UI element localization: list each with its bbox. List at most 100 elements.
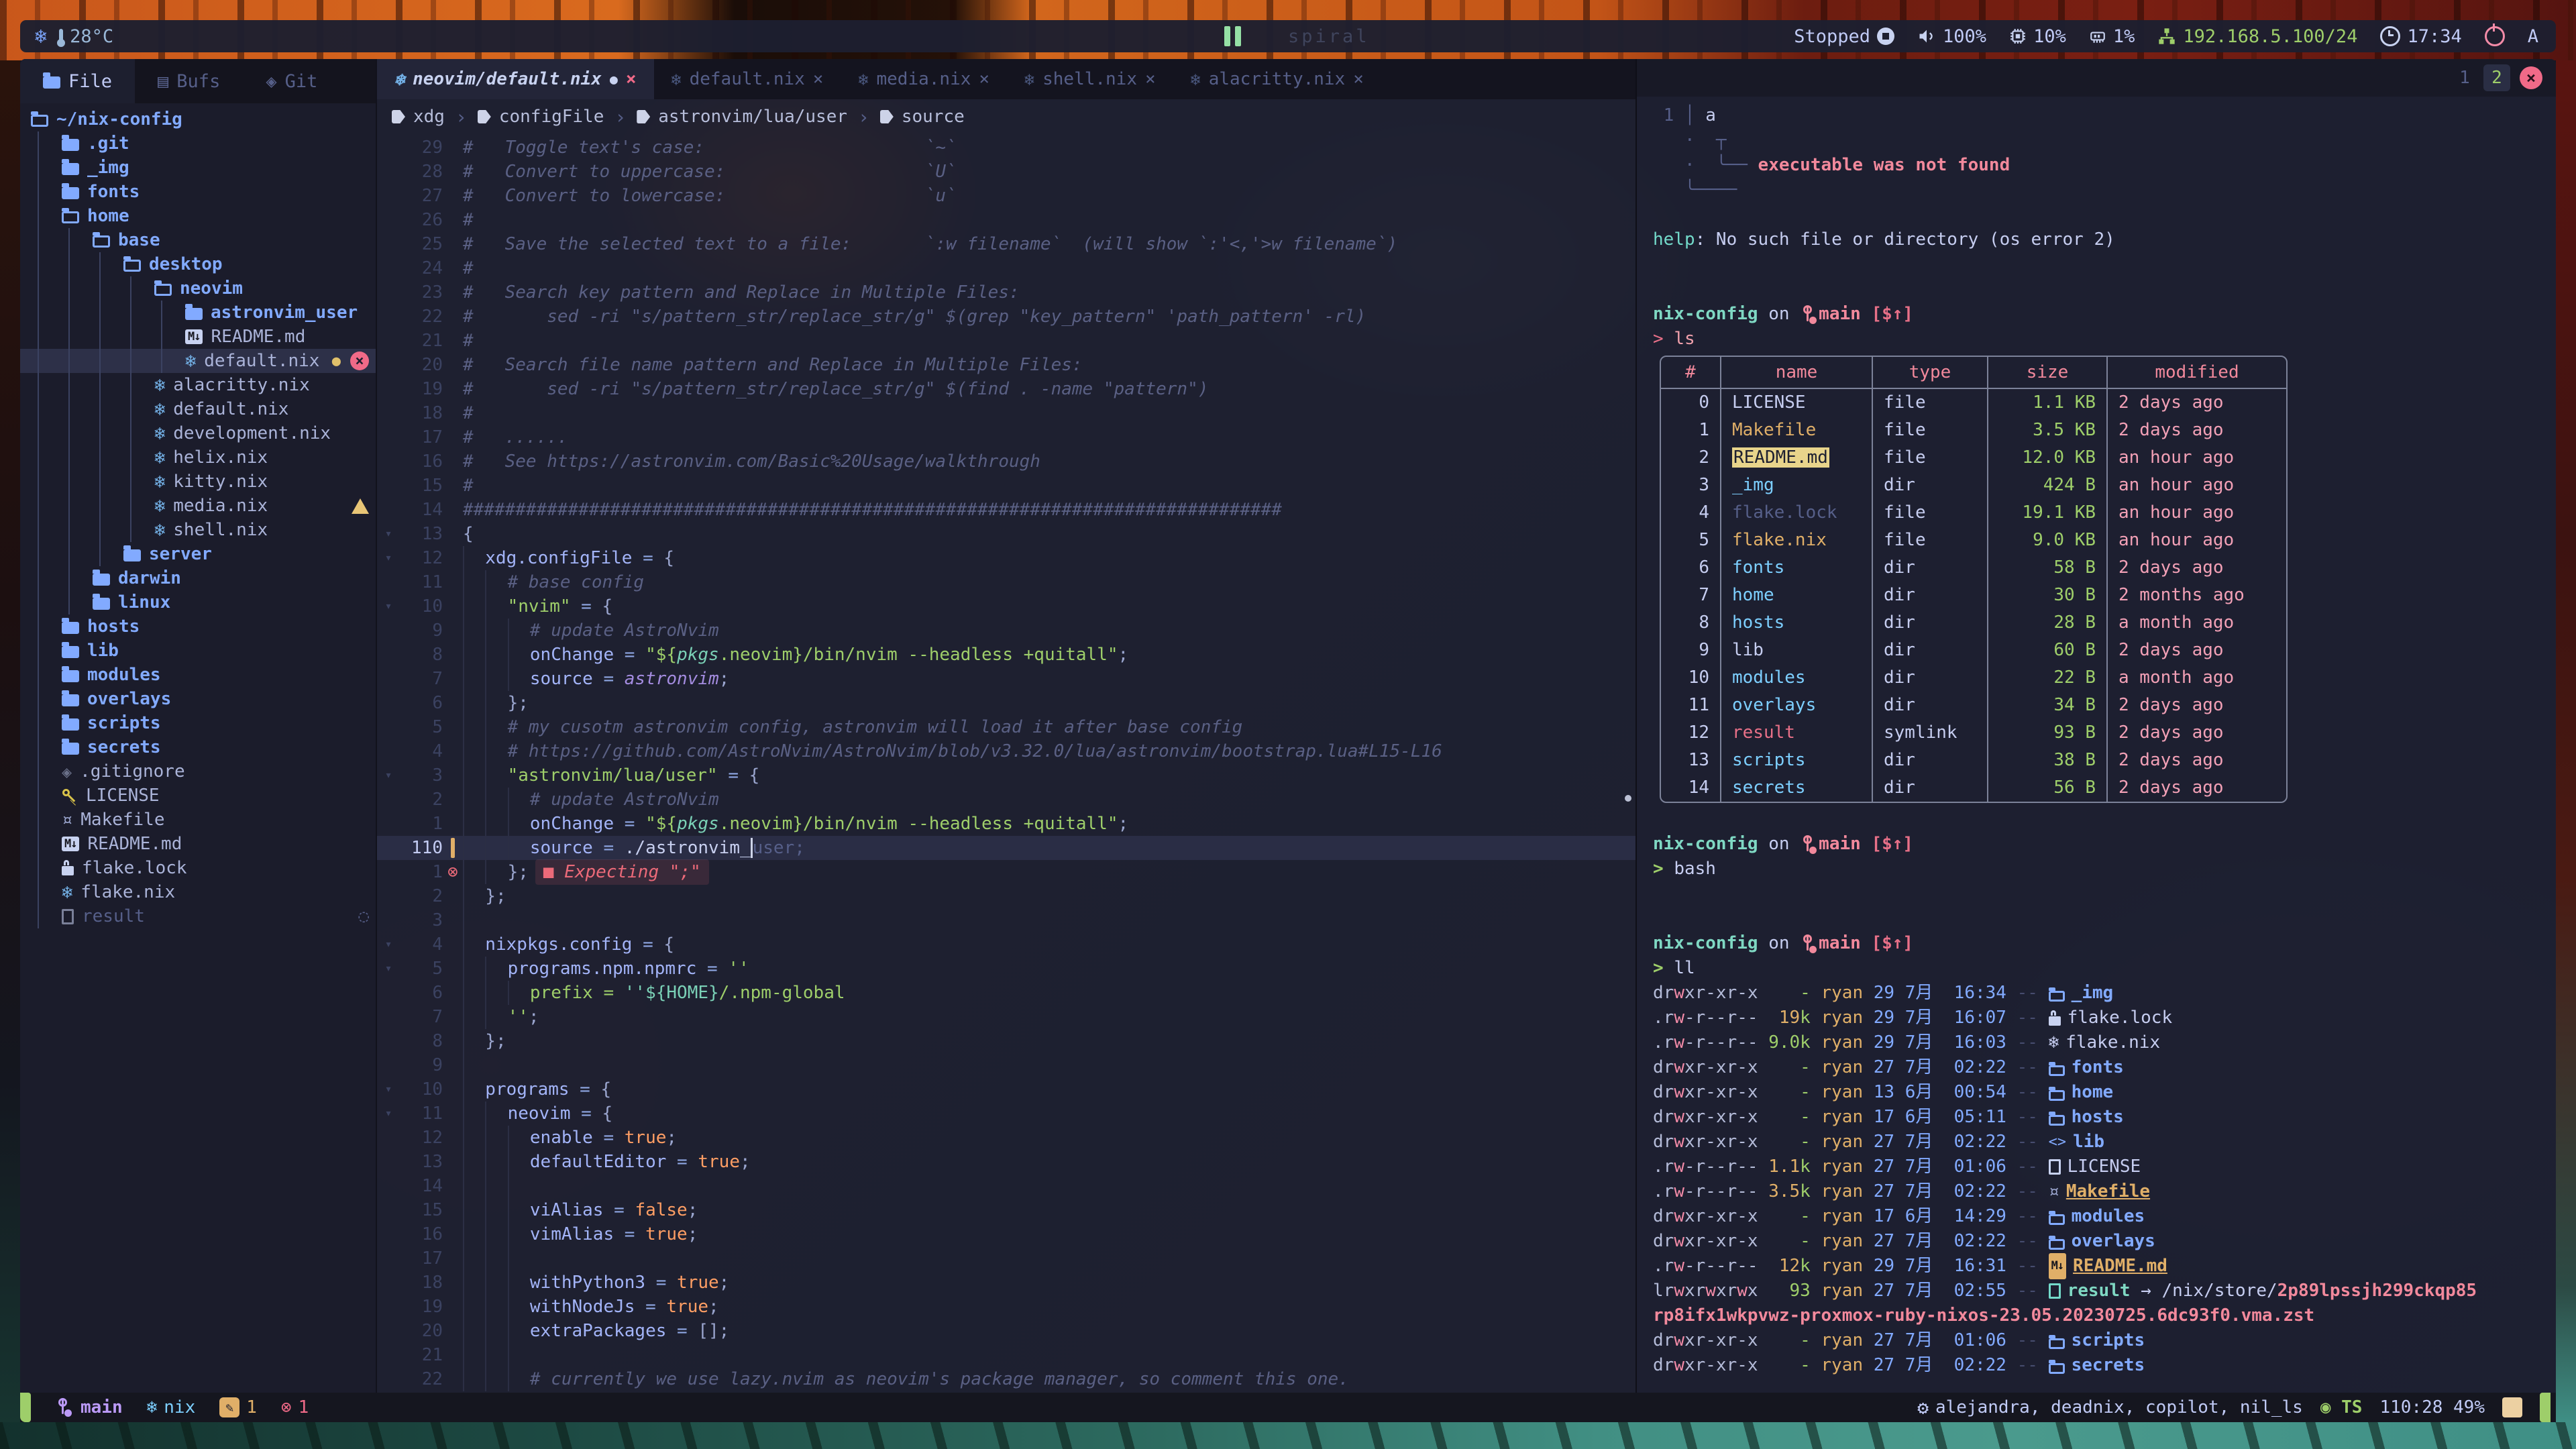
code-line[interactable]: 6prefix = ''${HOME}/.npm-global	[377, 981, 1635, 1005]
media-status[interactable]: Stopped	[1794, 26, 1894, 47]
tree-item-modules[interactable]: modules	[31, 663, 376, 687]
code-line[interactable]: 17# ......	[377, 425, 1635, 449]
breadcrumb-item-astronvim/lua/user[interactable]: astronvim/lua/user	[637, 107, 847, 127]
code-line[interactable]: 7'';	[377, 1005, 1635, 1029]
close-tab-icon[interactable]: ×	[979, 69, 989, 89]
buffer-tab-shell.nix[interactable]: ❄shell.nix×	[1007, 59, 1173, 99]
code-line[interactable]: 1onChange = "${pkgs.neovim}/bin/nvim --h…	[377, 812, 1635, 836]
memory-widget[interactable]: 1%	[2089, 26, 2135, 47]
sidebar-tab-git[interactable]: ◈Git	[243, 59, 340, 103]
close-tab-icon[interactable]: ×	[813, 69, 824, 89]
code-line[interactable]: ▾13{	[377, 522, 1635, 546]
fold-icon[interactable]: ▾	[377, 1102, 400, 1126]
tree-item-flake.nix[interactable]: ❄flake.nix	[31, 880, 376, 904]
tree-item-result[interactable]: result◌	[31, 904, 376, 928]
pause-icon[interactable]	[1224, 26, 1241, 46]
fold-icon[interactable]: ▾	[377, 546, 400, 570]
fold-icon[interactable]: ▾	[377, 1077, 400, 1102]
buffer-tab-neovim/default.nix[interactable]: ❄neovim/default.nix●×	[377, 59, 654, 99]
code-line[interactable]: 19# sed -ri "s/pattern_str/replace_str/g…	[377, 377, 1635, 401]
code-line[interactable]: ▾11neovim = {	[377, 1102, 1635, 1126]
tree-item-media.nix[interactable]: ❄media.nix	[31, 494, 376, 518]
tree-item-fonts[interactable]: fonts	[31, 180, 376, 204]
cpu-widget[interactable]: 10%	[2009, 26, 2066, 47]
code-line[interactable]: 3	[377, 908, 1635, 932]
fold-icon[interactable]: ▾	[377, 763, 400, 788]
code-line[interactable]: 14######################################…	[377, 498, 1635, 522]
code-line[interactable]: 20# Search file name pattern and Replace…	[377, 353, 1635, 377]
terminal-pane[interactable]: 12 × 1 │ a · ┬ · ╰── executable was not …	[1635, 59, 2556, 1393]
tree-item-lib[interactable]: lib	[31, 639, 376, 663]
volume-widget[interactable]: 100%	[1917, 26, 1986, 47]
close-icon[interactable]: ×	[350, 352, 369, 370]
code-line[interactable]: 110source = ./astronvim_user;	[377, 836, 1635, 860]
code-line[interactable]: 16vimAlias = true;	[377, 1222, 1635, 1246]
code-line[interactable]: 15#	[377, 474, 1635, 498]
code-line[interactable]: 11# base config	[377, 570, 1635, 594]
code-line[interactable]: 20extraPackages = [];	[377, 1319, 1635, 1343]
close-tab-icon[interactable]: ×	[1353, 69, 1364, 89]
close-tab-icon[interactable]: ×	[1145, 69, 1156, 89]
code-line[interactable]: 9# update AstroNvim	[377, 619, 1635, 643]
sidebar-tab-bufs[interactable]: ▤Bufs	[135, 59, 243, 103]
code-line[interactable]: 18#	[377, 401, 1635, 425]
code-line[interactable]: ▾12xdg.configFile = {	[377, 546, 1635, 570]
tree-item-base[interactable]: base	[31, 228, 376, 252]
nixos-logo-icon[interactable]: ❄	[35, 25, 47, 48]
tree-item-default.nix[interactable]: ❄default.nix	[31, 397, 376, 421]
code-line[interactable]: 2};	[377, 884, 1635, 908]
tree-item-secrets[interactable]: secrets	[31, 735, 376, 759]
code-line[interactable]: 9	[377, 1053, 1635, 1077]
breadcrumb-item-configFile[interactable]: configFile	[478, 107, 604, 127]
buffer-tab-media.nix[interactable]: ❄media.nix×	[841, 59, 1007, 99]
buffer-tab-alacritty.nix[interactable]: ❄alacritty.nix×	[1173, 59, 1381, 99]
code-line[interactable]: 16# See https://astronvim.com/Basic%20Us…	[377, 449, 1635, 474]
code-line[interactable]: 21	[377, 1343, 1635, 1367]
tree-item-home[interactable]: home	[31, 204, 376, 228]
code-line[interactable]: 1⊗};■ Expecting ";"	[377, 860, 1635, 884]
fold-icon[interactable]: ▾	[377, 957, 400, 981]
tree-item-.gitignore[interactable]: ◈.gitignore	[31, 759, 376, 784]
tree-item-default.nix[interactable]: ❄default.nix●×	[20, 349, 376, 373]
tabpage-2[interactable]: 2	[2483, 64, 2510, 91]
tree-item-helix.nix[interactable]: ❄helix.nix	[31, 445, 376, 470]
code-line[interactable]: 24#	[377, 256, 1635, 280]
tree-item-scripts[interactable]: scripts	[31, 711, 376, 735]
clock-widget[interactable]: 17:34	[2380, 26, 2461, 47]
code-line[interactable]: 8};	[377, 1029, 1635, 1053]
tree-item-overlays[interactable]: overlays	[31, 687, 376, 711]
power-icon[interactable]	[2485, 26, 2505, 46]
code-line[interactable]: 14	[377, 1174, 1635, 1198]
tree-item-shell.nix[interactable]: ❄shell.nix	[31, 518, 376, 542]
tree-item-server[interactable]: server	[31, 542, 376, 566]
tree-item-development.nix[interactable]: ❄development.nix	[31, 421, 376, 445]
code-line[interactable]: 26#	[377, 208, 1635, 232]
breadcrumb-item-xdg[interactable]: xdg	[392, 107, 445, 127]
buffer-tab-default.nix[interactable]: ❄default.nix×	[654, 59, 841, 99]
close-tab-icon[interactable]: ×	[626, 69, 637, 89]
code-line[interactable]: 2# update AstroNvim	[377, 788, 1635, 812]
sidebar-tab-file[interactable]: File	[20, 59, 135, 103]
code-line[interactable]: 15viAlias = false;	[377, 1198, 1635, 1222]
code-line[interactable]: 7source = astronvim;	[377, 667, 1635, 691]
fold-icon[interactable]: ▾	[377, 522, 400, 546]
code-line[interactable]: ▾3"astronvim/lua/user" = {	[377, 763, 1635, 788]
tree-item-kitty.nix[interactable]: ❄kitty.nix	[31, 470, 376, 494]
tree-item-_img[interactable]: _img	[31, 156, 376, 180]
code-line[interactable]: 28# Convert to uppercase: `U`	[377, 160, 1635, 184]
code-line[interactable]: 19withNodeJs = true;	[377, 1295, 1635, 1319]
fold-icon[interactable]: ▾	[377, 594, 400, 619]
tree-item-README.md[interactable]: M↓README.md	[31, 325, 376, 349]
code-area[interactable]: 29# Toggle text's case: `~`28# Convert t…	[377, 134, 1635, 1393]
tree-item-README.md[interactable]: M↓README.md	[31, 832, 376, 856]
code-line[interactable]: ▾4nixpkgs.config = {	[377, 932, 1635, 957]
close-icon[interactable]: ×	[2520, 66, 2542, 89]
code-line[interactable]: 17	[377, 1246, 1635, 1271]
code-line[interactable]: 27# Convert to lowercase: `u`	[377, 184, 1635, 208]
tree-item-Makefile[interactable]: ¤Makefile	[31, 808, 376, 832]
tree-item-hosts[interactable]: hosts	[31, 614, 376, 639]
tabpage-1[interactable]: 1	[2451, 64, 2478, 91]
network-widget[interactable]: 192.168.5.100/24	[2157, 26, 2357, 47]
tree-item-astronvim_user[interactable]: astronvim_user	[31, 301, 376, 325]
keyboard-layout[interactable]: A	[2528, 26, 2538, 47]
